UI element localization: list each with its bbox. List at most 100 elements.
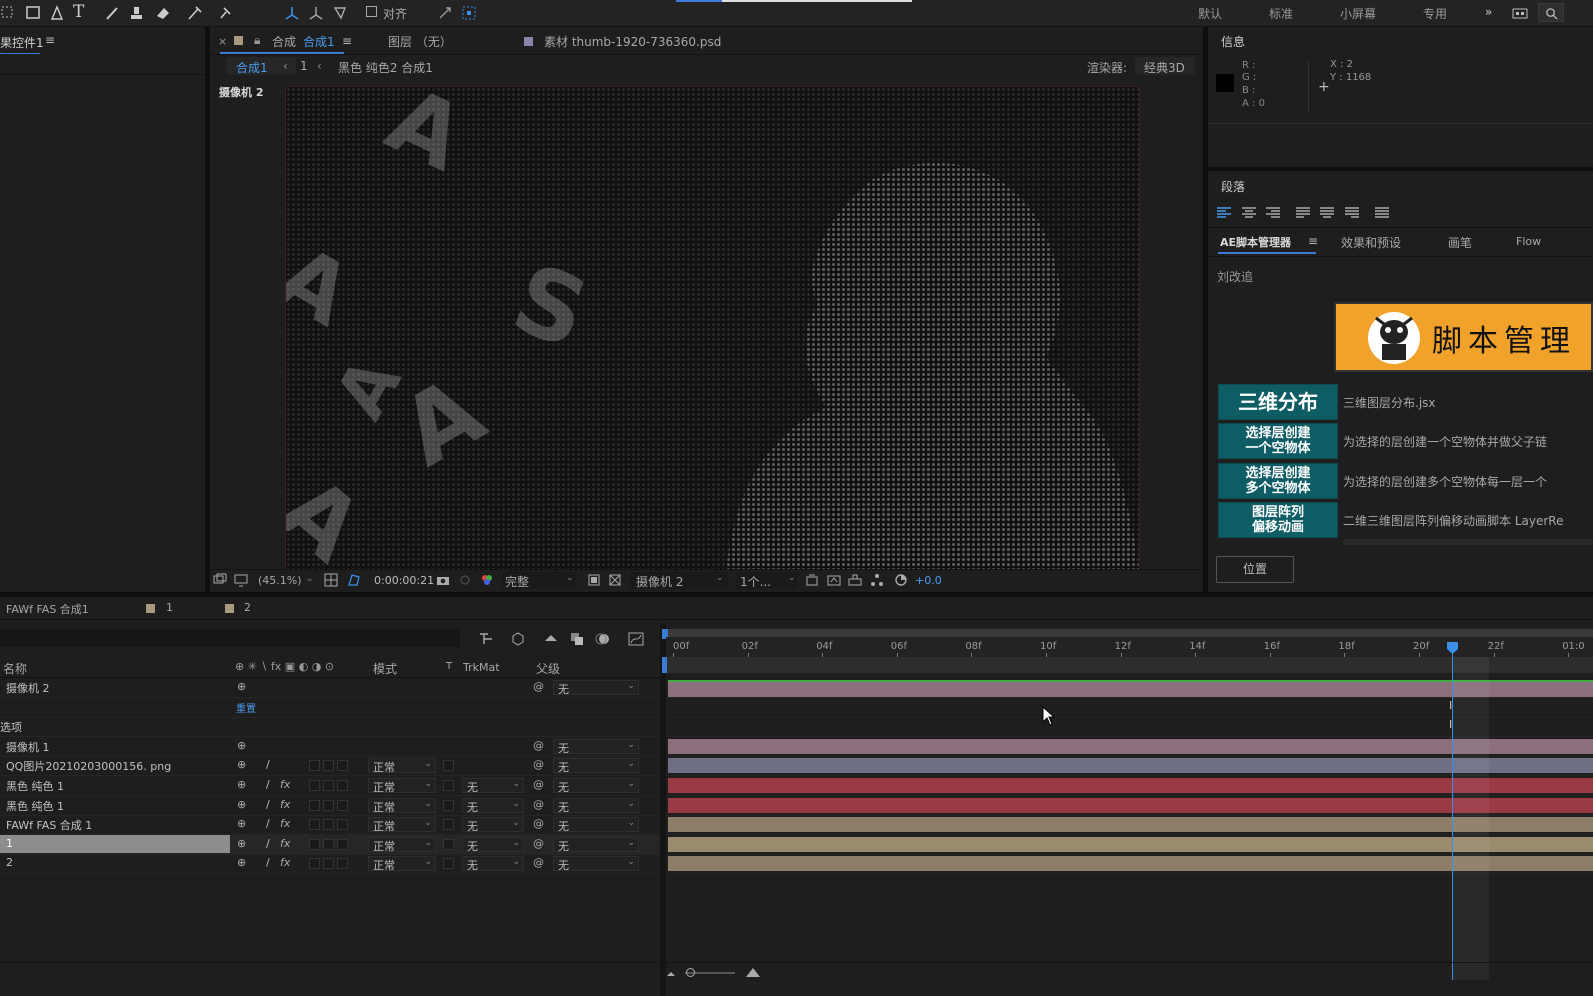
preserve-transparency-box[interactable] [443, 858, 454, 870]
paragraph-title[interactable]: 段落 [1221, 178, 1245, 195]
script-list-scrollbar[interactable] [1343, 539, 1593, 545]
parent-pickwhip-icon[interactable]: @ [533, 680, 544, 693]
layer-row[interactable]: 摄像机 2 ⊕ @ 无 ⌄ [0, 678, 660, 698]
fast-preview-icon[interactable] [827, 573, 841, 587]
effects-switch-icon[interactable]: fx [280, 798, 290, 811]
layer-name[interactable]: 摄像机 1 [6, 739, 50, 755]
layer-search-input[interactable] [0, 629, 460, 647]
track-matte-dropdown[interactable]: 无 ⌄ [462, 856, 524, 872]
snapshot-camera-icon[interactable] [436, 573, 450, 587]
parent-pickwhip-icon[interactable]: @ [533, 798, 544, 811]
layer-switch-box[interactable] [337, 799, 348, 811]
layer-switch-box[interactable] [337, 760, 348, 772]
effect-controls-tab[interactable]: 果控件1 [0, 34, 44, 51]
zoom-out-icon[interactable] [664, 967, 678, 979]
quality-switch-icon[interactable]: / [266, 778, 270, 791]
comp-tab-prefix[interactable]: 合成 [272, 33, 296, 50]
brush-tool-icon[interactable] [104, 4, 122, 22]
layer-switch-box[interactable] [323, 780, 334, 791]
timeline-flowchart-icon[interactable] [848, 573, 862, 587]
move-tool-icon[interactable] [0, 4, 18, 22]
panel-menu-icon[interactable]: ≡ [45, 33, 55, 47]
blend-mode-dropdown[interactable]: 正常 ⌄ [368, 817, 436, 833]
lock-icon[interactable]: 🔒︎ [254, 33, 260, 48]
viewer-menu-icon[interactable]: ≡ [342, 34, 352, 48]
shy-switch-icon[interactable]: ⊕ [237, 758, 246, 771]
camera-view-dropdown[interactable]: 摄像机 2 ⌄ [630, 572, 728, 589]
layer-row[interactable]: 摄像机 1 ⊕ @ 无 ⌄ [0, 737, 660, 757]
blend-mode-dropdown[interactable]: 正常 ⌄ [368, 836, 436, 853]
snap-checkbox[interactable] [366, 6, 377, 17]
shy-switch-icon[interactable]: ⊕ [237, 798, 246, 811]
align-center-icon[interactable] [1241, 206, 1257, 220]
parent-pickwhip-icon[interactable]: @ [533, 837, 544, 850]
layer-switch-box[interactable] [309, 799, 320, 811]
quality-switch-icon[interactable]: / [266, 817, 270, 830]
layer-name[interactable]: QQ图片20210203000156. png [6, 758, 171, 774]
effects-switch-icon[interactable]: fx [280, 837, 290, 850]
parent-dropdown[interactable]: 无 ⌄ [553, 778, 639, 794]
workspace-default[interactable]: 默认 [1198, 5, 1222, 22]
reset-link[interactable]: 重置 [236, 700, 256, 715]
keyframe-marker-icon[interactable]: I [1449, 699, 1452, 712]
preserve-transparency-box[interactable] [443, 760, 454, 772]
layer-switch-box[interactable] [337, 838, 348, 850]
parent-pickwhip-icon[interactable]: @ [533, 758, 544, 771]
layer-row[interactable]: 黑色 纯色 1 ⊕ / fx 正常 ⌄ 无 ⌄ @ 无 ⌄ [0, 796, 660, 816]
workspace-special[interactable]: 专用 [1423, 5, 1447, 22]
layer-name[interactable]: 2 [6, 856, 13, 869]
breadcrumb-path[interactable]: 黑色 纯色2 合成1 [338, 59, 433, 76]
transparency-grid-icon[interactable] [608, 573, 622, 587]
parent-pickwhip-icon[interactable]: @ [533, 778, 544, 791]
resolution-grid-icon[interactable] [324, 573, 338, 587]
script-btn-layer-array[interactable]: 图层阵列 偏移动画 [1218, 502, 1338, 538]
work-area-bar[interactable] [666, 629, 1593, 637]
justify-right-icon[interactable] [1344, 206, 1360, 220]
parent-dropdown[interactable]: 无 ⌄ [553, 856, 639, 872]
shy-switch-icon[interactable]: ⊕ [237, 837, 246, 850]
col-name[interactable]: 名称 [3, 660, 27, 677]
script-panel-menu-icon[interactable]: ≡ [1308, 234, 1318, 248]
layer-switch-box[interactable] [309, 760, 320, 772]
parent-pickwhip-icon[interactable]: @ [533, 739, 544, 752]
layer-switch-box[interactable] [337, 780, 348, 791]
breadcrumb-num[interactable]: 1 [300, 59, 308, 73]
preserve-transparency-box[interactable] [443, 799, 454, 811]
layer-tab[interactable]: 图层 （无） [388, 33, 452, 50]
exposure-value[interactable]: +0.0 [915, 574, 942, 587]
keyframe-marker-icon[interactable]: I [1449, 718, 1452, 731]
pen-tool-icon[interactable] [48, 4, 66, 22]
current-timecode[interactable]: 0:00:00:21 [374, 574, 434, 587]
zoom-level[interactable]: (45.1%) [258, 574, 302, 587]
toggle-pixel-aspect-icon[interactable] [805, 573, 819, 587]
layer-switch-box[interactable] [323, 760, 334, 772]
blend-mode-dropdown[interactable]: 正常 ⌄ [368, 797, 436, 814]
zoom-chevron-down-icon[interactable]: ⌄ [306, 574, 314, 584]
parent-dropdown[interactable]: 无 ⌄ [553, 817, 639, 833]
footage-tab[interactable]: 素材 thumb-1920-736360.psd [544, 33, 721, 50]
zoom-slider-thumb[interactable] [686, 968, 695, 977]
snap-feature-icon[interactable] [460, 4, 478, 22]
comp-mini-flowchart-icon[interactable] [478, 631, 494, 647]
always-preview-icon[interactable] [213, 573, 227, 587]
position-button[interactable]: 位置 [1216, 556, 1294, 583]
puppet-pin-tool-icon[interactable] [216, 4, 234, 22]
layer-switch-box[interactable] [323, 858, 334, 870]
layer-row[interactable]: 黑色 纯色 1 ⊕ / fx 正常 ⌄ 无 ⌄ @ 无 ⌄ [0, 776, 660, 796]
composition-canvas[interactable]: A A S A A A [285, 86, 1140, 571]
region-of-interest-icon[interactable] [587, 573, 601, 587]
timeline-tab-2[interactable]: 2 [244, 601, 251, 614]
layer-name[interactable]: FAWf FAS 合成 1 [6, 817, 92, 833]
parent-dropdown[interactable]: 无 ⌄ [553, 836, 639, 853]
track-matte-dropdown[interactable]: 无 ⌄ [462, 797, 524, 814]
layer-switch-box[interactable] [337, 858, 348, 870]
layer-name[interactable]: 1 [6, 837, 13, 850]
close-tab-icon[interactable]: × [218, 35, 227, 48]
parent-dropdown[interactable]: 无 ⌄ [553, 738, 639, 755]
justify-all-icon[interactable] [1374, 206, 1390, 220]
motion-blur-icon[interactable] [595, 631, 611, 647]
col-parent[interactable]: 父级 [536, 660, 560, 677]
text-tool-icon[interactable]: T [73, 2, 84, 22]
layer-switch-box[interactable] [323, 819, 334, 831]
workspace-standard[interactable]: 标准 [1269, 5, 1293, 22]
